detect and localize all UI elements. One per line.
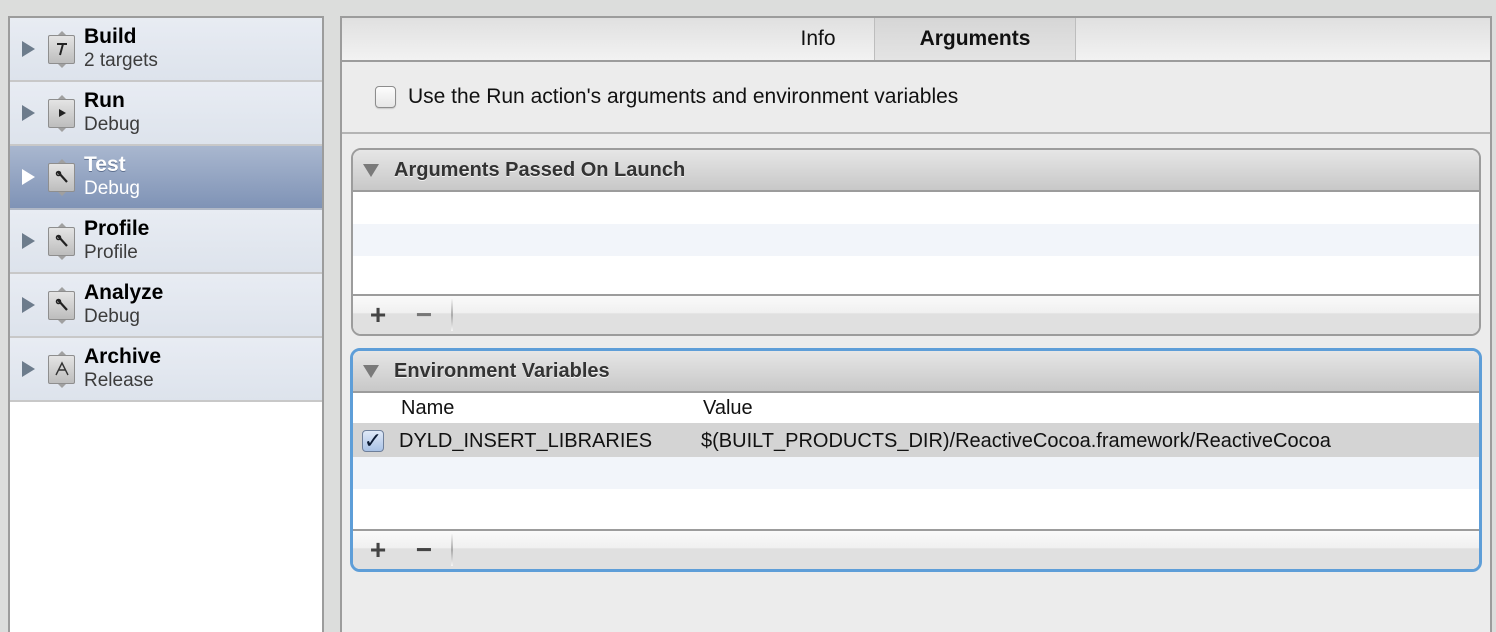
environment-variables-group: Environment Variables Name Value ✓ DYLD_… (350, 348, 1482, 572)
tab-arguments[interactable]: Arguments (874, 18, 1076, 60)
environment-group-title: Environment Variables (394, 359, 610, 382)
scheme-action-subtitle: Debug (84, 114, 140, 135)
wrench-icon (48, 158, 75, 196)
scheme-action-archive[interactable]: Archive Release (10, 338, 322, 402)
use-run-action-label[interactable]: Use the Run action's arguments and envir… (408, 85, 958, 109)
empty-row (353, 224, 1479, 256)
scheme-action-name: Build (84, 25, 137, 48)
disclosure-triangle-icon[interactable] (363, 163, 379, 177)
disclosure-triangle-icon[interactable] (22, 233, 35, 249)
empty-row (353, 256, 1479, 288)
scheme-action-subtitle: Debug (84, 178, 140, 199)
scheme-action-name: Test (84, 153, 126, 176)
scheme-editor-panel: Info Arguments Use the Run action's argu… (340, 16, 1492, 632)
scheme-action-name: Run (84, 89, 125, 112)
play-icon (48, 94, 75, 132)
disclosure-triangle-icon[interactable] (22, 297, 35, 313)
environment-group-header[interactable]: Environment Variables (353, 351, 1479, 393)
footer-divider (451, 534, 453, 566)
environment-table-header: Name Value (353, 393, 1479, 425)
scheme-action-subtitle: Profile (84, 242, 138, 263)
scheme-action-sidebar: Build 2 targets Run Debug Test Debug Pro… (8, 16, 324, 632)
disclosure-triangle-icon[interactable] (363, 364, 379, 378)
remove-variable-button[interactable]: − (401, 535, 447, 565)
use-run-action-checkbox[interactable] (375, 86, 396, 108)
empty-row (353, 457, 1479, 489)
arguments-group-title: Arguments Passed On Launch (394, 158, 686, 181)
scheme-action-name: Profile (84, 217, 150, 240)
disclosure-triangle-icon[interactable] (22, 105, 35, 121)
column-header-name[interactable]: Name (401, 397, 703, 420)
arguments-list[interactable] (353, 192, 1479, 288)
footer-divider (451, 299, 453, 331)
arguments-footer: + − (353, 294, 1479, 334)
tab-info[interactable]: Info (762, 18, 874, 60)
environment-footer: + − (353, 529, 1479, 569)
disclosure-triangle-icon[interactable] (22, 169, 35, 185)
disclosure-triangle-icon[interactable] (22, 361, 35, 377)
scheme-action-subtitle: Debug (84, 306, 140, 327)
arguments-passed-on-launch-group: Arguments Passed On Launch + − (351, 148, 1481, 336)
scheme-action-run[interactable]: Run Debug (10, 82, 322, 146)
arguments-group-header[interactable]: Arguments Passed On Launch (353, 150, 1479, 192)
wrench-icon (48, 222, 75, 260)
add-variable-button[interactable]: + (355, 535, 401, 565)
scheme-action-subtitle: 2 targets (84, 50, 158, 71)
hammer-icon (48, 30, 75, 68)
scheme-action-name: Analyze (84, 281, 164, 304)
disclosure-triangle-icon[interactable] (22, 41, 35, 57)
empty-row (353, 489, 1479, 521)
archive-icon (48, 350, 75, 388)
scheme-action-name: Archive (84, 345, 162, 368)
wrench-icon (48, 286, 75, 324)
scheme-action-subtitle: Release (84, 370, 154, 391)
scheme-action-test[interactable]: Test Debug (10, 146, 322, 210)
variable-value[interactable]: $(BUILT_PRODUCTS_DIR)/ReactiveCocoa.fram… (701, 430, 1331, 453)
enable-variable-checkbox[interactable]: ✓ (362, 430, 384, 452)
scheme-action-profile[interactable]: Profile Profile (10, 210, 322, 274)
add-argument-button[interactable]: + (355, 300, 401, 330)
table-row[interactable]: ✓ DYLD_INSERT_LIBRARIES $(BUILT_PRODUCTS… (353, 425, 1479, 457)
scheme-action-build[interactable]: Build 2 targets (10, 18, 322, 82)
scheme-action-analyze[interactable]: Analyze Debug (10, 274, 322, 338)
remove-argument-button[interactable]: − (401, 300, 447, 330)
use-run-action-option: Use the Run action's arguments and envir… (342, 62, 1490, 134)
empty-row (353, 192, 1479, 224)
variable-name[interactable]: DYLD_INSERT_LIBRARIES (399, 430, 701, 453)
tab-bar: Info Arguments (342, 18, 1490, 62)
column-header-value[interactable]: Value (703, 397, 753, 420)
